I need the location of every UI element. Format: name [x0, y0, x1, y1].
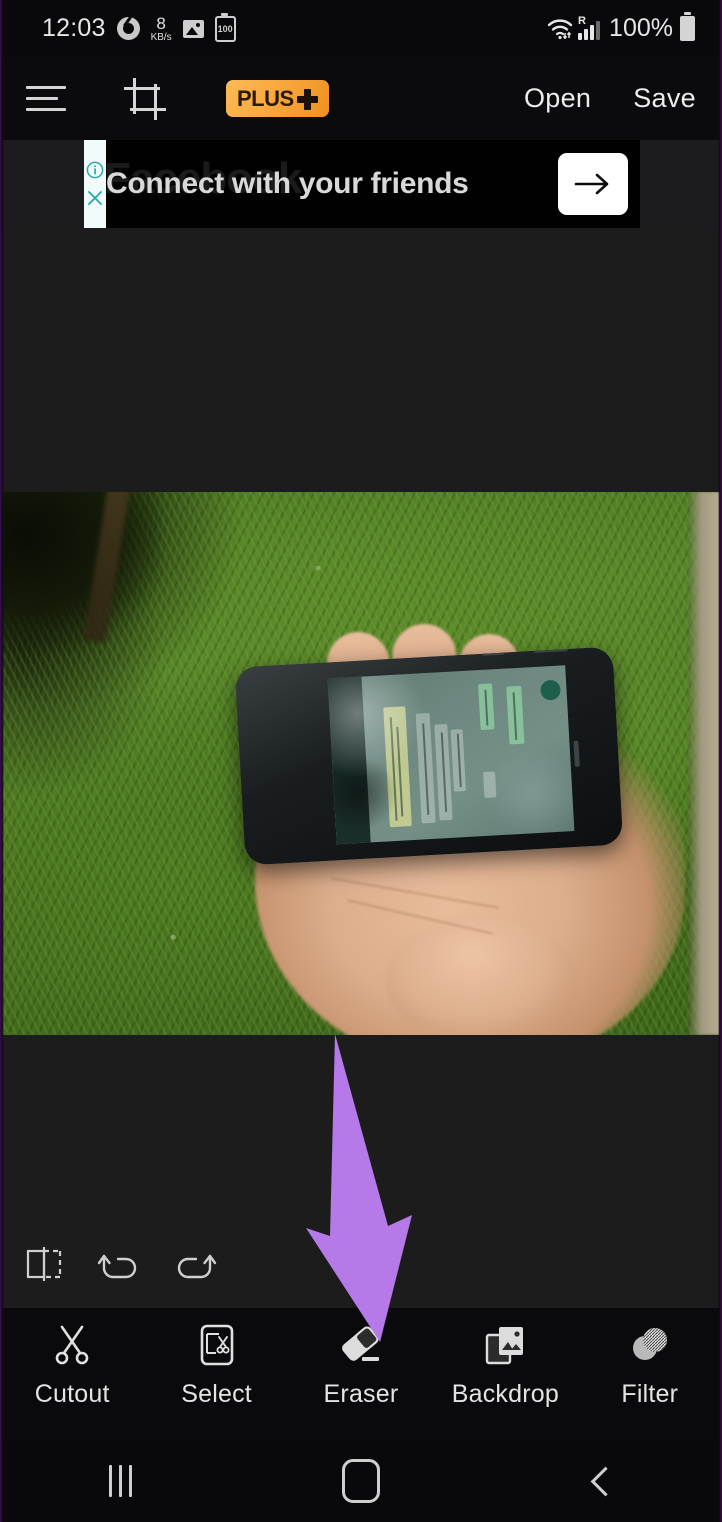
- transform-icon[interactable]: [22, 1242, 66, 1291]
- open-button[interactable]: Open: [524, 83, 591, 114]
- scissors-icon: [50, 1322, 94, 1368]
- chrome-icon: [116, 17, 140, 40]
- tool-backdrop[interactable]: Backdrop: [433, 1322, 577, 1409]
- status-clock: 12:03: [42, 14, 106, 42]
- tool-cutout[interactable]: Cutout: [0, 1322, 144, 1409]
- phone-in-photo: [234, 646, 624, 866]
- wall-edge: [688, 492, 722, 1035]
- tool-select[interactable]: Select: [145, 1322, 289, 1409]
- save-button[interactable]: Save: [633, 83, 696, 114]
- eraser-icon: [338, 1322, 384, 1368]
- plus-badge-label: PLUS: [237, 85, 294, 111]
- select-region-icon: [195, 1322, 239, 1368]
- redo-icon[interactable]: [172, 1242, 218, 1291]
- network-speed-value: 8: [156, 13, 166, 33]
- ad-cta-button[interactable]: [558, 153, 628, 215]
- battery-percent-label: 100%: [609, 14, 673, 42]
- secondary-tool-row: [0, 1224, 722, 1308]
- tool-eraser[interactable]: Eraser: [289, 1322, 433, 1409]
- shadow-area: [0, 492, 160, 652]
- bottom-toolbar: Cutout Select Eraser Backdrop Filter: [0, 1308, 722, 1440]
- image-icon: [182, 19, 204, 38]
- network-speed-indicator: 8 KB/s: [151, 15, 172, 43]
- ad-banner[interactable]: Facebook Connect with your friends: [84, 140, 640, 228]
- phone-screen-root: 12:03 8 KB/s 100 R 100% PLUS Open Save F…: [0, 0, 722, 1522]
- plus-sign-icon: [296, 88, 318, 110]
- phone-display: [327, 665, 575, 845]
- tool-cutout-label: Cutout: [34, 1380, 110, 1408]
- ad-close-icon[interactable]: [86, 189, 104, 207]
- edited-photo[interactable]: [0, 492, 722, 1035]
- network-speed-unit: KB/s: [150, 31, 172, 43]
- wifi-icon: [547, 18, 573, 40]
- status-bar-right: R 100%: [547, 12, 695, 43]
- arrow-right-icon: [574, 173, 609, 195]
- recents-icon[interactable]: [65, 1465, 175, 1497]
- tool-filter-label: Filter: [621, 1380, 679, 1408]
- battery-saver-value: 100: [217, 23, 233, 34]
- android-nav-bar: [0, 1440, 722, 1522]
- ad-headline: Connect with your friends: [106, 167, 469, 200]
- crop-icon[interactable]: [122, 76, 168, 122]
- battery-full-icon: [680, 12, 695, 41]
- tool-select-label: Select: [181, 1380, 252, 1408]
- back-icon[interactable]: [547, 1466, 657, 1496]
- ad-info-icon[interactable]: [86, 161, 104, 179]
- tool-filter[interactable]: Filter: [578, 1322, 722, 1409]
- status-bar-left: 12:03 8 KB/s 100: [42, 12, 236, 43]
- signal-bars-icon: R: [578, 14, 601, 40]
- hamburger-menu-icon[interactable]: [26, 76, 72, 122]
- thumb: [386, 918, 576, 1035]
- plus-upgrade-badge[interactable]: PLUS: [226, 80, 329, 117]
- roaming-label: R: [578, 14, 586, 27]
- tool-backdrop-label: Backdrop: [451, 1380, 559, 1408]
- app-bar-actions: Open Save: [524, 83, 696, 114]
- tool-eraser-label: Eraser: [323, 1380, 399, 1408]
- backdrop-image-icon: [483, 1322, 527, 1368]
- home-icon[interactable]: [306, 1459, 416, 1503]
- battery-saver-icon: 100: [214, 12, 236, 42]
- filter-circle-icon: [628, 1322, 672, 1368]
- app-bar: PLUS Open Save: [0, 57, 722, 140]
- undo-icon[interactable]: [96, 1242, 142, 1291]
- ad-badge-column: [84, 140, 106, 228]
- status-bar: 12:03 8 KB/s 100 R 100%: [0, 0, 722, 57]
- ad-zone: Facebook Connect with your friends: [0, 140, 722, 228]
